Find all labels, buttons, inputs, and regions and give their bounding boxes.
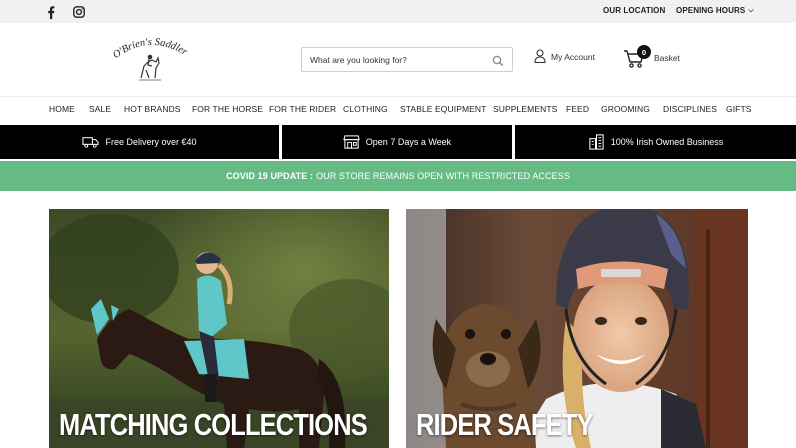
nav-item-stable-equipment[interactable]: STABLE EQUIPMENT bbox=[400, 104, 486, 114]
nav-item-hot-brands[interactable]: HOT BRANDS bbox=[124, 104, 181, 114]
nav-item-disciplines[interactable]: DISCIPLINES bbox=[663, 104, 717, 114]
nav-item-home[interactable]: HOME bbox=[49, 104, 75, 114]
basket-count-badge: 0 bbox=[637, 45, 651, 59]
truck-icon bbox=[82, 133, 100, 152]
basket-label: Basket bbox=[654, 53, 680, 63]
chevron-down-icon: ⌵ bbox=[748, 7, 754, 14]
nav-item-gifts[interactable]: GIFTS bbox=[726, 104, 752, 114]
usp-open-7-days: Open 7 Days a Week bbox=[282, 125, 512, 159]
user-icon bbox=[534, 49, 546, 65]
usp-free-delivery: Free Delivery over €40 bbox=[0, 125, 279, 159]
site-logo[interactable]: O'Brien's Saddlery bbox=[103, 26, 192, 86]
usp-irish-owned: 100% Irish Owned Business bbox=[515, 125, 796, 159]
covid-notice-bar: COVID 19 UPDATE : OUR STORE REMAINS OPEN… bbox=[0, 161, 796, 191]
usp-label: Free Delivery over €40 bbox=[105, 137, 197, 147]
opening-hours-label: OPENING HOURS bbox=[676, 6, 746, 15]
opening-hours-dropdown[interactable]: OPENING HOURS ⌵ bbox=[676, 6, 754, 15]
top-bar: OUR LOCATION OPENING HOURS ⌵ bbox=[0, 0, 796, 23]
my-account-link[interactable]: My Account bbox=[534, 49, 595, 65]
nav-item-for-the-horse[interactable]: FOR THE HORSE bbox=[192, 104, 263, 114]
basket-link[interactable]: 0 Basket bbox=[623, 45, 683, 69]
nav-item-for-the-rider[interactable]: FOR THE RIDER bbox=[269, 104, 336, 114]
search-input[interactable] bbox=[302, 49, 482, 70]
nav-item-supplements[interactable]: SUPPLEMENTS bbox=[493, 104, 557, 114]
our-location-link[interactable]: OUR LOCATION bbox=[603, 6, 665, 15]
nav-item-grooming[interactable]: GROOMING bbox=[601, 104, 650, 114]
nav-item-sale[interactable]: SALE bbox=[89, 104, 111, 114]
usp-label: 100% Irish Owned Business bbox=[610, 137, 724, 147]
banner-title: MATCHING COLLECTIONS bbox=[59, 407, 368, 442]
search-box bbox=[301, 47, 513, 72]
usp-label: Open 7 Days a Week bbox=[365, 137, 452, 147]
notice-prefix: COVID 19 UPDATE : bbox=[226, 171, 314, 181]
instagram-icon[interactable] bbox=[72, 5, 86, 19]
my-account-label: My Account bbox=[551, 52, 595, 62]
facebook-icon[interactable] bbox=[44, 5, 58, 19]
store-icon bbox=[343, 133, 360, 152]
nav-item-clothing[interactable]: CLOTHING bbox=[343, 104, 388, 114]
notice-text: OUR STORE REMAINS OPEN WITH RESTRICTED A… bbox=[316, 171, 570, 181]
buildings-icon bbox=[588, 133, 605, 152]
search-icon[interactable] bbox=[492, 54, 504, 67]
banner-title: RIDER SAFETY bbox=[416, 407, 593, 442]
banner-matching-collections[interactable]: MATCHING COLLECTIONS bbox=[49, 209, 389, 448]
main-nav: HOME SALE HOT BRANDS FOR THE HORSE FOR T… bbox=[0, 104, 796, 118]
nav-item-feed[interactable]: FEED bbox=[566, 104, 589, 114]
header-divider bbox=[0, 96, 796, 97]
banner-rider-safety[interactable]: RIDER SAFETY bbox=[406, 209, 748, 448]
